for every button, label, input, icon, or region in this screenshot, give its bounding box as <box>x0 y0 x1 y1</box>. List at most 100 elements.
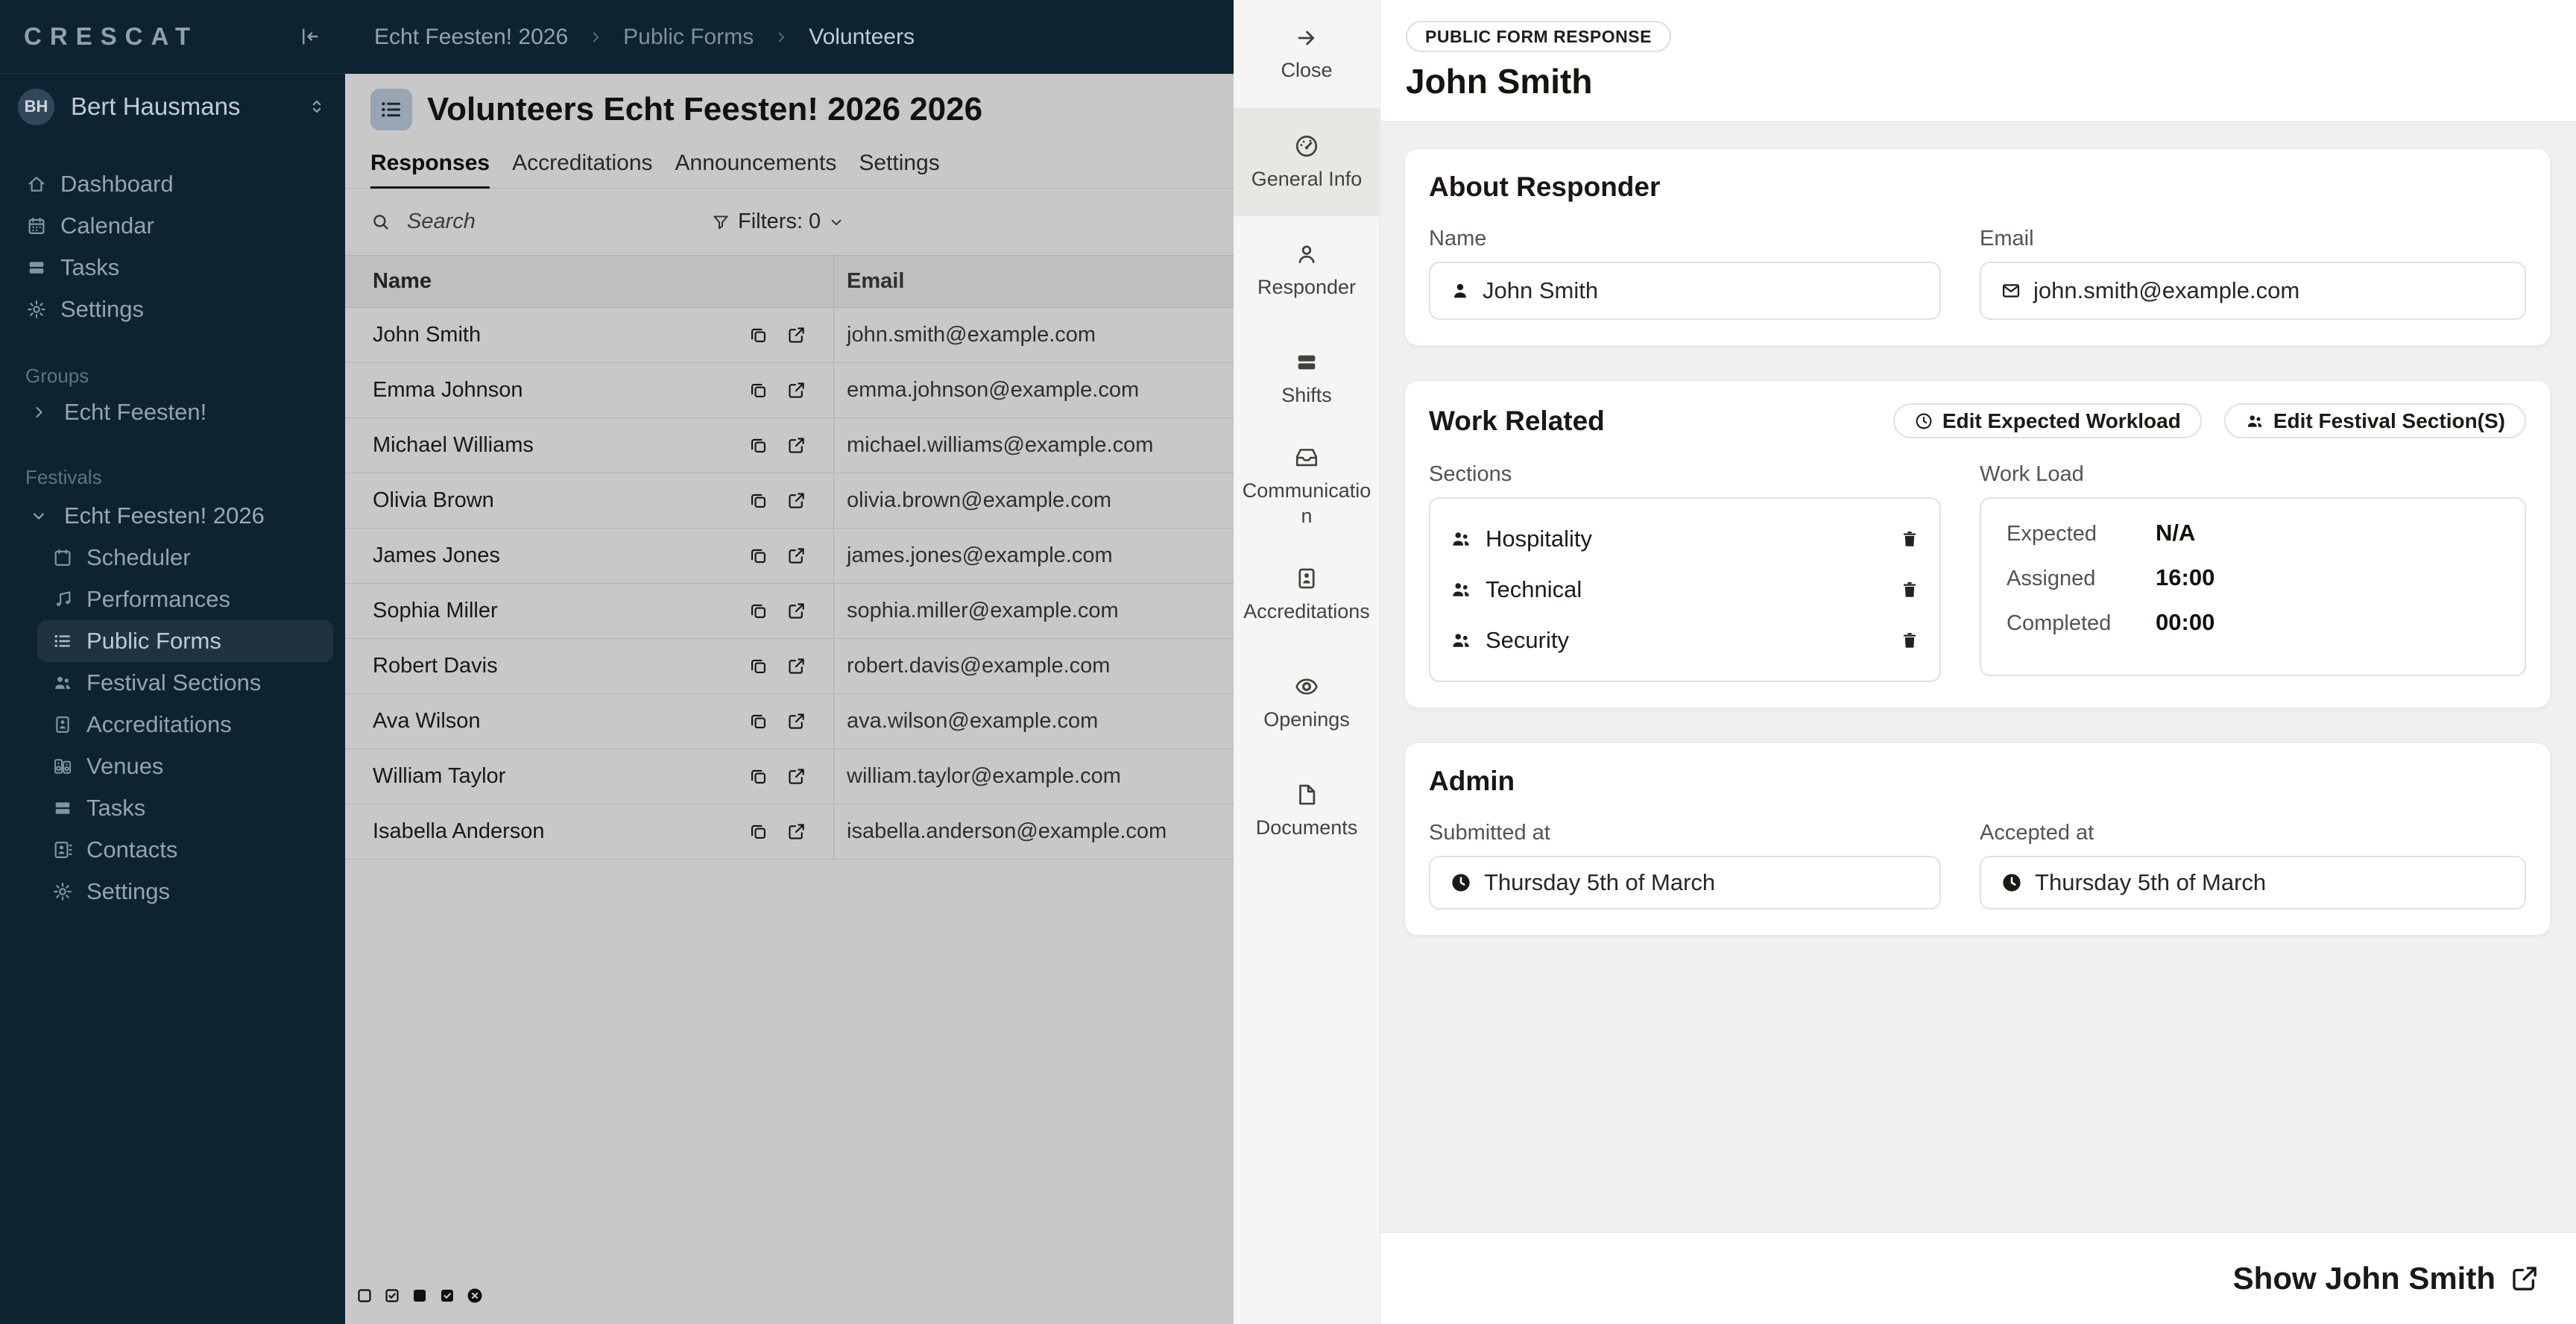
section-row-hospitality: Hospitality <box>1450 514 1920 564</box>
festival-label: Echt Feesten! 2026 <box>64 502 265 529</box>
list-icon <box>52 631 73 652</box>
chevrons-up-down-icon <box>306 96 327 117</box>
name-field: Name John Smith <box>1429 227 1941 320</box>
breadcrumb-festival[interactable]: Echt Feesten! 2026 <box>374 25 568 50</box>
contacts-icon <box>52 839 73 860</box>
field-label: Work Load <box>1980 462 2526 487</box>
email-value-text: john.smith@example.com <box>2033 277 2299 304</box>
remove-section-button[interactable] <box>1899 529 1920 549</box>
card-title: Admin <box>1429 766 2526 797</box>
sidebar-header: CRESCAT <box>0 0 345 74</box>
sidebar-festival-echt-feesten-2026[interactable]: Echt Feesten! 2026 <box>0 495 345 537</box>
drawer-nav-label: Accreditations <box>1243 599 1370 624</box>
card-title: Work Related <box>1429 406 1605 437</box>
breadcrumb-volunteers[interactable]: Volunteers <box>809 25 915 50</box>
workload-value: N/A <box>2156 520 2195 546</box>
sidebar-item-contacts[interactable]: Contacts <box>37 829 333 871</box>
users-icon <box>52 672 73 693</box>
admin-card: Admin Submitted at Thursday 5th of March… <box>1404 743 2551 936</box>
edit-festival-sections-button[interactable]: Edit Festival Section(S) <box>2224 403 2526 438</box>
sections-field: Sections Hospitality Te <box>1429 462 1941 682</box>
drawer-nav: Close General Info Responder Shifts Comm… <box>1234 0 1380 1324</box>
remove-section-button[interactable] <box>1899 579 1920 600</box>
responder-name-value[interactable]: John Smith <box>1429 262 1941 320</box>
chevron-right-icon <box>587 29 604 45</box>
drawer-nav-general-info[interactable]: General Info <box>1234 108 1380 216</box>
sidebar-item-dashboard[interactable]: Dashboard <box>0 163 345 205</box>
sidebar: CRESCAT BH Bert Hausmans Dashboard Calen… <box>0 0 345 1324</box>
remove-section-button[interactable] <box>1899 630 1920 651</box>
responder-email-value[interactable]: john.smith@example.com <box>1980 262 2526 320</box>
drawer-footer: Show John Smith <box>1380 1232 2576 1324</box>
drawer-close-button[interactable]: Close <box>1234 0 1380 108</box>
button-label: Edit Festival Section(S) <box>2273 409 2505 433</box>
users-icon <box>2245 412 2264 431</box>
sidebar-group-echt-feesten[interactable]: Echt Feesten! <box>0 391 345 433</box>
sidebar-item-venues[interactable]: Venues <box>37 745 333 787</box>
response-drawer: PUBLIC FORM RESPONSE John Smith About Re… <box>1380 0 2576 1324</box>
users-icon <box>1450 528 1472 550</box>
drawer-nav-accreditations[interactable]: Accreditations <box>1234 540 1380 649</box>
show-responder-link[interactable]: Show John Smith <box>2233 1261 2540 1296</box>
accepted-at-text: Thursday 5th of March <box>2035 869 2266 896</box>
gauge-icon <box>1294 133 1319 159</box>
sidebar-item-settings[interactable]: Settings <box>0 289 345 330</box>
accepted-at-value[interactable]: Thursday 5th of March <box>1980 856 2526 910</box>
section-row-technical: Technical <box>1450 564 1920 615</box>
drawer-nav-responder[interactable]: Responder <box>1234 216 1380 324</box>
field-label: Sections <box>1429 462 1941 487</box>
clock-icon <box>1914 412 1933 431</box>
envelope-icon <box>2001 280 2021 301</box>
user-name: Bert Hausmans <box>71 92 240 121</box>
person-icon <box>1450 280 1471 301</box>
sidebar-item-scheduler[interactable]: Scheduler <box>37 537 333 579</box>
drawer-nav-shifts[interactable]: Shifts <box>1234 324 1380 432</box>
edit-expected-workload-button[interactable]: Edit Expected Workload <box>1893 403 2202 438</box>
responses-list-panel: Volunteers Echt Feesten! 2026 2026 Respo… <box>345 74 1234 1324</box>
drawer-nav-documents[interactable]: Documents <box>1234 757 1380 865</box>
crescat-app: CRESCAT BH Bert Hausmans Dashboard Calen… <box>0 0 2576 1324</box>
sidebar-item-label: Tasks <box>86 795 145 822</box>
breadcrumb: Echt Feesten! 2026 Public Forms Voluntee… <box>345 0 1234 74</box>
user-switcher[interactable]: BH Bert Hausmans <box>0 74 345 139</box>
drawer-header: PUBLIC FORM RESPONSE John Smith <box>1380 0 2576 122</box>
sidebar-item-festival-tasks[interactable]: Tasks <box>37 787 333 829</box>
collapse-sidebar-icon <box>299 25 321 48</box>
submitted-at-value[interactable]: Thursday 5th of March <box>1429 856 1941 910</box>
sidebar-item-label: Scheduler <box>86 544 191 571</box>
sidebar-item-tasks[interactable]: Tasks <box>0 247 345 289</box>
drawer-backdrop[interactable] <box>345 74 1234 1324</box>
users-icon <box>1450 629 1472 652</box>
festivals-section-label: Festivals <box>0 467 345 487</box>
group-label: Echt Feesten! <box>64 399 206 426</box>
drawer-nav-communication[interactable]: Communication <box>1234 432 1380 540</box>
chevron-right-icon <box>30 403 48 421</box>
sidebar-item-festival-settings[interactable]: Settings <box>37 871 333 912</box>
users-icon <box>1450 579 1472 601</box>
sidebar-item-label: Settings <box>60 296 144 323</box>
sidebar-item-label: Venues <box>86 753 163 780</box>
workload-label: Assigned <box>2007 567 2156 591</box>
sidebar-item-label: Accreditations <box>86 711 232 738</box>
response-type-badge: PUBLIC FORM RESPONSE <box>1406 21 1671 52</box>
sidebar-item-accreditations[interactable]: Accreditations <box>37 704 333 745</box>
sidebar-item-label: Dashboard <box>60 171 174 198</box>
sidebar-item-calendar[interactable]: Calendar <box>0 205 345 247</box>
submitted-at-field: Submitted at Thursday 5th of March <box>1429 821 1941 910</box>
home-icon <box>26 174 47 195</box>
drawer-nav-label: Documents <box>1256 815 1358 840</box>
sidebar-item-public-forms[interactable]: Public Forms <box>37 620 333 662</box>
drawer-nav-label: Communication <box>1238 478 1375 529</box>
sidebar-collapse-button[interactable] <box>299 25 321 48</box>
breadcrumb-public-forms[interactable]: Public Forms <box>623 25 754 50</box>
section-label: Hospitality <box>1486 526 1886 552</box>
tasks-icon <box>52 798 73 819</box>
workload-row-assigned: Assigned 16:00 <box>2007 564 2499 591</box>
sidebar-item-performances[interactable]: Performances <box>37 579 333 620</box>
drawer-nav-openings[interactable]: Openings <box>1234 649 1380 757</box>
sidebar-item-festival-sections[interactable]: Festival Sections <box>37 662 333 704</box>
drawer-nav-label: Shifts <box>1281 382 1332 408</box>
drawer-nav-label: Openings <box>1263 707 1350 732</box>
trash-icon <box>1899 630 1920 651</box>
trash-icon <box>1899 529 1920 549</box>
